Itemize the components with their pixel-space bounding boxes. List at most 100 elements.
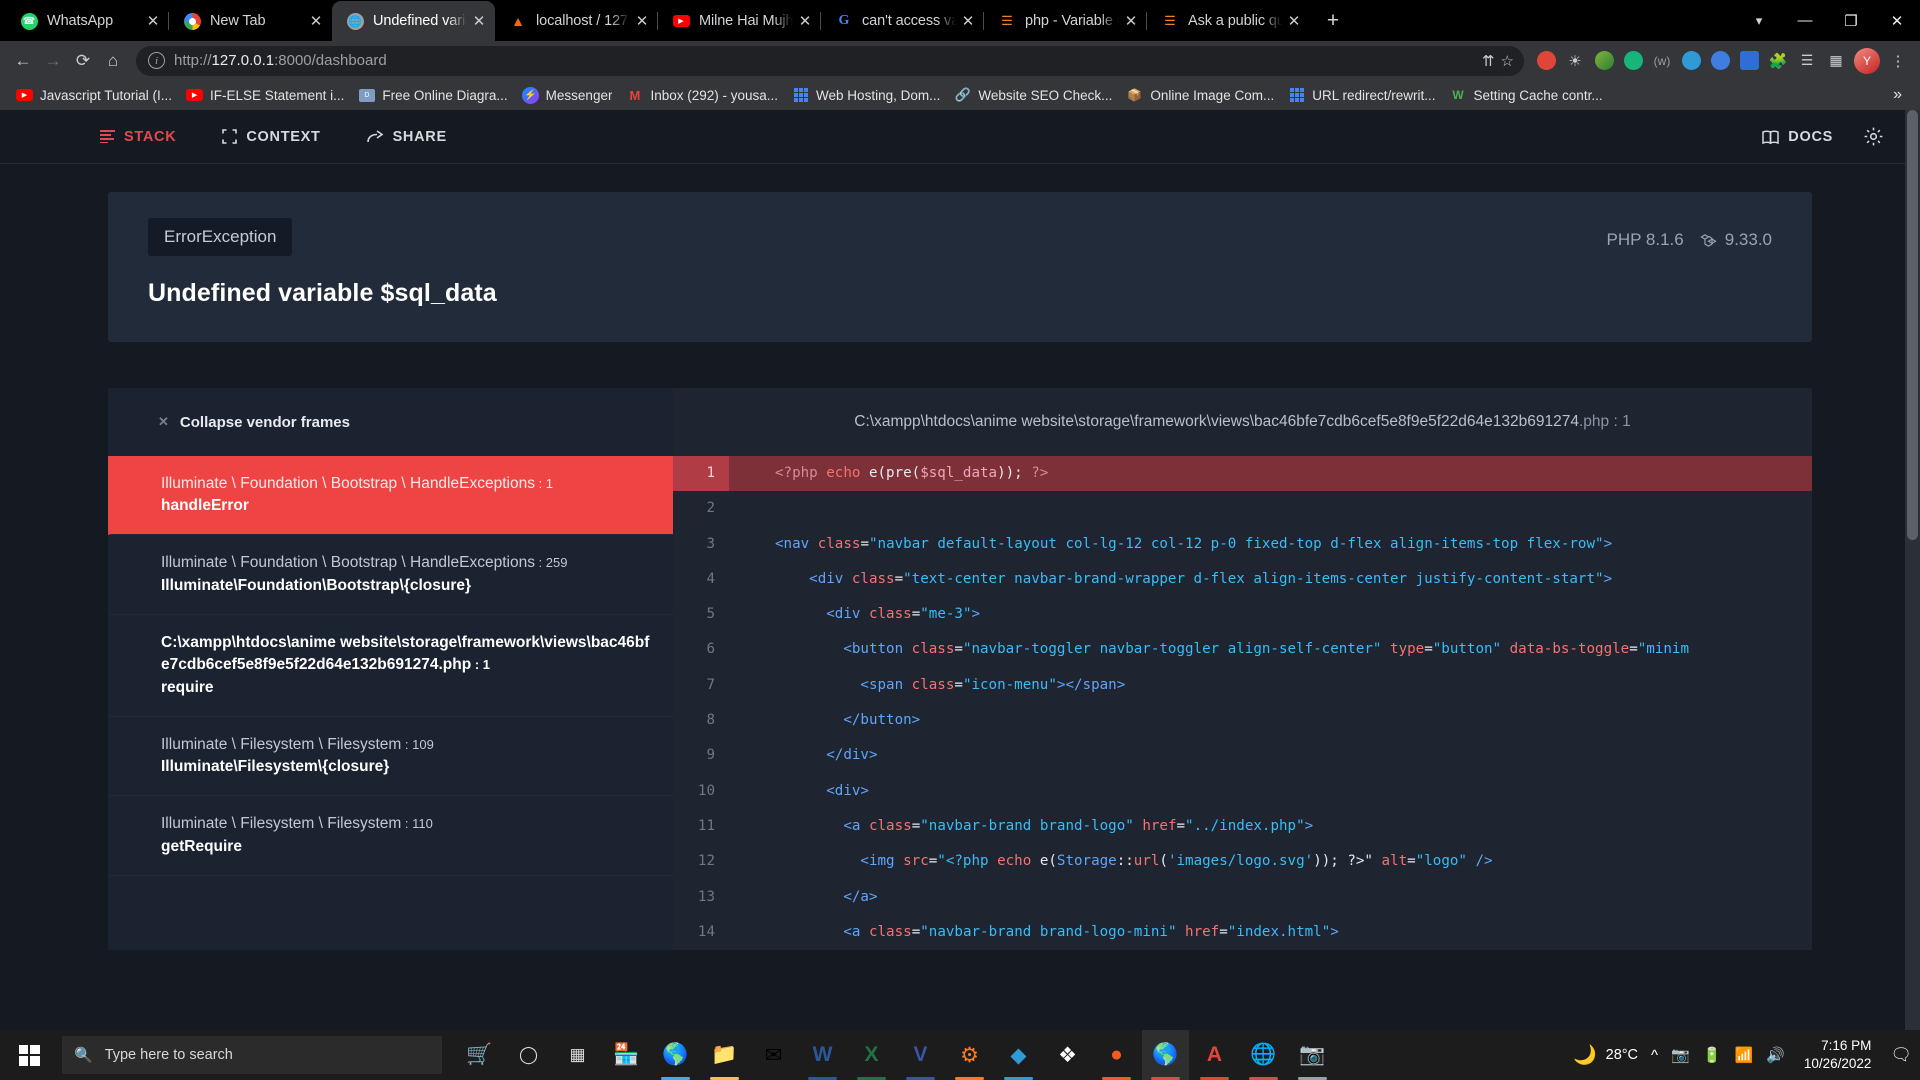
tab-close-button[interactable]: ✕ bbox=[958, 11, 978, 31]
microsoft-store-icon[interactable]: 🏪 bbox=[603, 1030, 650, 1080]
browser-tab[interactable]: ▲ localhost / 127.0.0✕ bbox=[495, 1, 658, 41]
tab-share[interactable]: SHARE bbox=[366, 129, 447, 145]
collapse-vendor-frames-button[interactable]: ✕ Collapse vendor frames bbox=[108, 388, 673, 456]
adblock-extension-icon[interactable] bbox=[1532, 47, 1560, 75]
stack-frame[interactable]: C:\xampp\htdocs\anime website\storage\fr… bbox=[108, 615, 673, 717]
clock[interactable]: 7:16 PM 10/26/2022 bbox=[1798, 1037, 1878, 1073]
profile-avatar[interactable]: Y bbox=[1854, 47, 1880, 74]
bookmark-item[interactable]: ⚡ Messenger bbox=[516, 83, 621, 108]
browser-tab[interactable]: ☰ php - Variable und✕ bbox=[984, 1, 1147, 41]
forward-arrow-icon[interactable]: → bbox=[38, 46, 68, 76]
info-icon[interactable]: i bbox=[148, 52, 165, 69]
xampp-icon[interactable]: ⚙ bbox=[946, 1030, 993, 1080]
wappalyzer-extension-icon[interactable]: (w) bbox=[1648, 47, 1676, 75]
maximize-button[interactable]: ❐ bbox=[1828, 4, 1874, 37]
postman-icon[interactable]: ● bbox=[1093, 1030, 1140, 1080]
back-arrow-icon[interactable]: ← bbox=[8, 46, 38, 76]
visio-icon[interactable]: V bbox=[897, 1030, 944, 1080]
dotnet-icon[interactable]: ❖ bbox=[1044, 1030, 1091, 1080]
excel-icon[interactable]: X bbox=[848, 1030, 895, 1080]
tab-context[interactable]: CONTEXT bbox=[222, 129, 320, 145]
browser-tab[interactable]: ▶ Milne Hai Mujhse✕ bbox=[658, 1, 821, 41]
stack-frame[interactable]: Illuminate \ Foundation \ Bootstrap \ Ha… bbox=[108, 456, 673, 536]
vscode-icon[interactable]: ◆ bbox=[995, 1030, 1042, 1080]
mail-icon[interactable]: ✉ bbox=[750, 1030, 797, 1080]
docs-link[interactable]: DOCS bbox=[1762, 129, 1833, 145]
tab-close-button[interactable]: ✕ bbox=[306, 11, 326, 31]
browser-tab[interactable]: 🌐 Undefined variable✕ bbox=[332, 1, 495, 41]
file-explorer-icon[interactable]: 📁 bbox=[701, 1030, 748, 1080]
tab-close-button[interactable]: ✕ bbox=[632, 11, 652, 31]
google-icon: G bbox=[838, 13, 850, 28]
page-scrollbar[interactable] bbox=[1905, 110, 1920, 1030]
cortana-circle-icon[interactable]: ◯ bbox=[505, 1030, 552, 1080]
bookmarks-overflow-button[interactable]: » bbox=[1885, 86, 1910, 104]
bookmark-item[interactable]: W Setting Cache contr... bbox=[1444, 83, 1611, 108]
stack-frame-method: Illuminate\Foundation\Bootstrap\{closure… bbox=[161, 576, 472, 594]
browser-tab[interactable]: Gcan't access varial✕ bbox=[821, 1, 984, 41]
chrome-canary-icon[interactable]: 🌐 bbox=[1240, 1030, 1287, 1080]
action-center-icon[interactable]: 🗨 bbox=[1890, 1045, 1912, 1065]
tab-close-button[interactable]: ✕ bbox=[1121, 11, 1141, 31]
bookmark-item[interactable]: 📦 Online Image Com... bbox=[1120, 83, 1282, 108]
acrobat-icon[interactable]: A bbox=[1191, 1030, 1238, 1080]
code-line-source: <a class="navbar-brand brand-logo-mini" … bbox=[775, 923, 1339, 940]
stack-frame[interactable]: Illuminate \ Filesystem \ Filesystem : 1… bbox=[108, 796, 673, 876]
weather-widget[interactable]: 🌙 28°C bbox=[1573, 1043, 1638, 1067]
stack-frame-line: : 1 bbox=[534, 476, 554, 491]
tab-close-button[interactable]: ✕ bbox=[469, 11, 489, 31]
chevron-down-icon[interactable]: ▾ bbox=[1744, 6, 1774, 36]
page-scrollbar-thumb[interactable] bbox=[1907, 110, 1918, 540]
shopping-cart-icon[interactable]: 🛒 bbox=[456, 1030, 503, 1080]
lighthouse-extension-icon[interactable] bbox=[1706, 47, 1734, 75]
loom-extension-icon[interactable] bbox=[1677, 47, 1705, 75]
search-input[interactable]: 🔍 Type here to search bbox=[62, 1036, 442, 1074]
tab-stack[interactable]: STACK bbox=[100, 129, 176, 145]
close-button[interactable]: ✕ bbox=[1874, 4, 1920, 37]
new-tab-button[interactable]: + bbox=[1316, 4, 1350, 38]
browser-tab[interactable]: New Tab ✕ bbox=[169, 1, 332, 41]
word-icon[interactable]: W bbox=[799, 1030, 846, 1080]
bookmark-item[interactable]: Web Hosting, Dom... bbox=[786, 83, 948, 108]
address-bar[interactable]: i http://127.0.0.1:8000/dashboard ⇈ ☆ bbox=[136, 45, 1524, 76]
stack-frame[interactable]: Illuminate \ Foundation \ Bootstrap \ Ha… bbox=[108, 535, 673, 615]
browser-tab[interactable]: ☎ WhatsApp ✕ bbox=[6, 1, 169, 41]
share-icon[interactable]: ⇈ bbox=[1482, 52, 1495, 70]
windows-start-icon[interactable] bbox=[0, 1030, 58, 1080]
reading-list-icon[interactable]: ☰ bbox=[1793, 47, 1821, 75]
kebab-menu-icon[interactable]: ⋮ bbox=[1884, 47, 1912, 75]
battery-icon[interactable]: 🔋 bbox=[1703, 1046, 1722, 1064]
bookmark-item[interactable]: D Free Online Diagra... bbox=[352, 83, 515, 108]
bookmark-item[interactable]: ▶ IF-ELSE Statement i... bbox=[180, 83, 352, 108]
grammarly-extension-icon[interactable] bbox=[1619, 47, 1647, 75]
stack-frame-method: Illuminate\Filesystem\{closure} bbox=[161, 758, 390, 776]
minimize-button[interactable]: — bbox=[1782, 4, 1828, 37]
browser-tab[interactable]: ☰ Ask a public ques✕ bbox=[1147, 1, 1310, 41]
settings-gear-icon[interactable] bbox=[1863, 126, 1884, 147]
colorzilla-extension-icon[interactable] bbox=[1590, 47, 1618, 75]
puzzle-extensions-icon[interactable]: 🧩 bbox=[1764, 47, 1792, 75]
side-panel-icon[interactable]: ▦ bbox=[1822, 47, 1850, 75]
reload-icon[interactable]: ⟳ bbox=[68, 46, 98, 76]
tab-close-button[interactable]: ✕ bbox=[795, 11, 815, 31]
volume-icon[interactable]: 🔊 bbox=[1766, 1046, 1785, 1064]
bookmark-item[interactable]: URL redirect/rewrit... bbox=[1282, 83, 1443, 108]
bookmark-item[interactable]: M Inbox (292) - yousa... bbox=[620, 83, 786, 108]
bookmark-item[interactable]: ▶ Javascript Tutorial (I... bbox=[10, 83, 180, 108]
tab-close-button[interactable]: ✕ bbox=[1284, 11, 1304, 31]
bitwarden-extension-icon[interactable] bbox=[1735, 47, 1763, 75]
dark-reader-extension-icon[interactable]: ☀ bbox=[1561, 47, 1589, 75]
tab-close-button[interactable]: ✕ bbox=[143, 11, 163, 31]
task-view-icon[interactable]: ▦ bbox=[554, 1030, 601, 1080]
screen-recorder-icon[interactable]: 📷 bbox=[1289, 1030, 1336, 1080]
home-icon[interactable]: ⌂ bbox=[98, 46, 128, 76]
webcam-icon[interactable]: 📷 bbox=[1671, 1046, 1690, 1064]
wifi-icon[interactable]: 📶 bbox=[1734, 1046, 1753, 1064]
stack-frame-location: Illuminate \ Filesystem \ Filesystem : 1… bbox=[161, 735, 434, 753]
stack-frame[interactable]: Illuminate \ Filesystem \ Filesystem : 1… bbox=[108, 717, 673, 797]
star-icon[interactable]: ☆ bbox=[1501, 52, 1514, 70]
chrome-icon[interactable]: 🌎 bbox=[1142, 1030, 1189, 1080]
bookmark-item[interactable]: 🔗 Website SEO Check... bbox=[948, 83, 1120, 108]
show-hidden-icons-chevron[interactable]: ^ bbox=[1651, 1047, 1658, 1064]
edge-browser-icon[interactable]: 🌎 bbox=[652, 1030, 699, 1080]
